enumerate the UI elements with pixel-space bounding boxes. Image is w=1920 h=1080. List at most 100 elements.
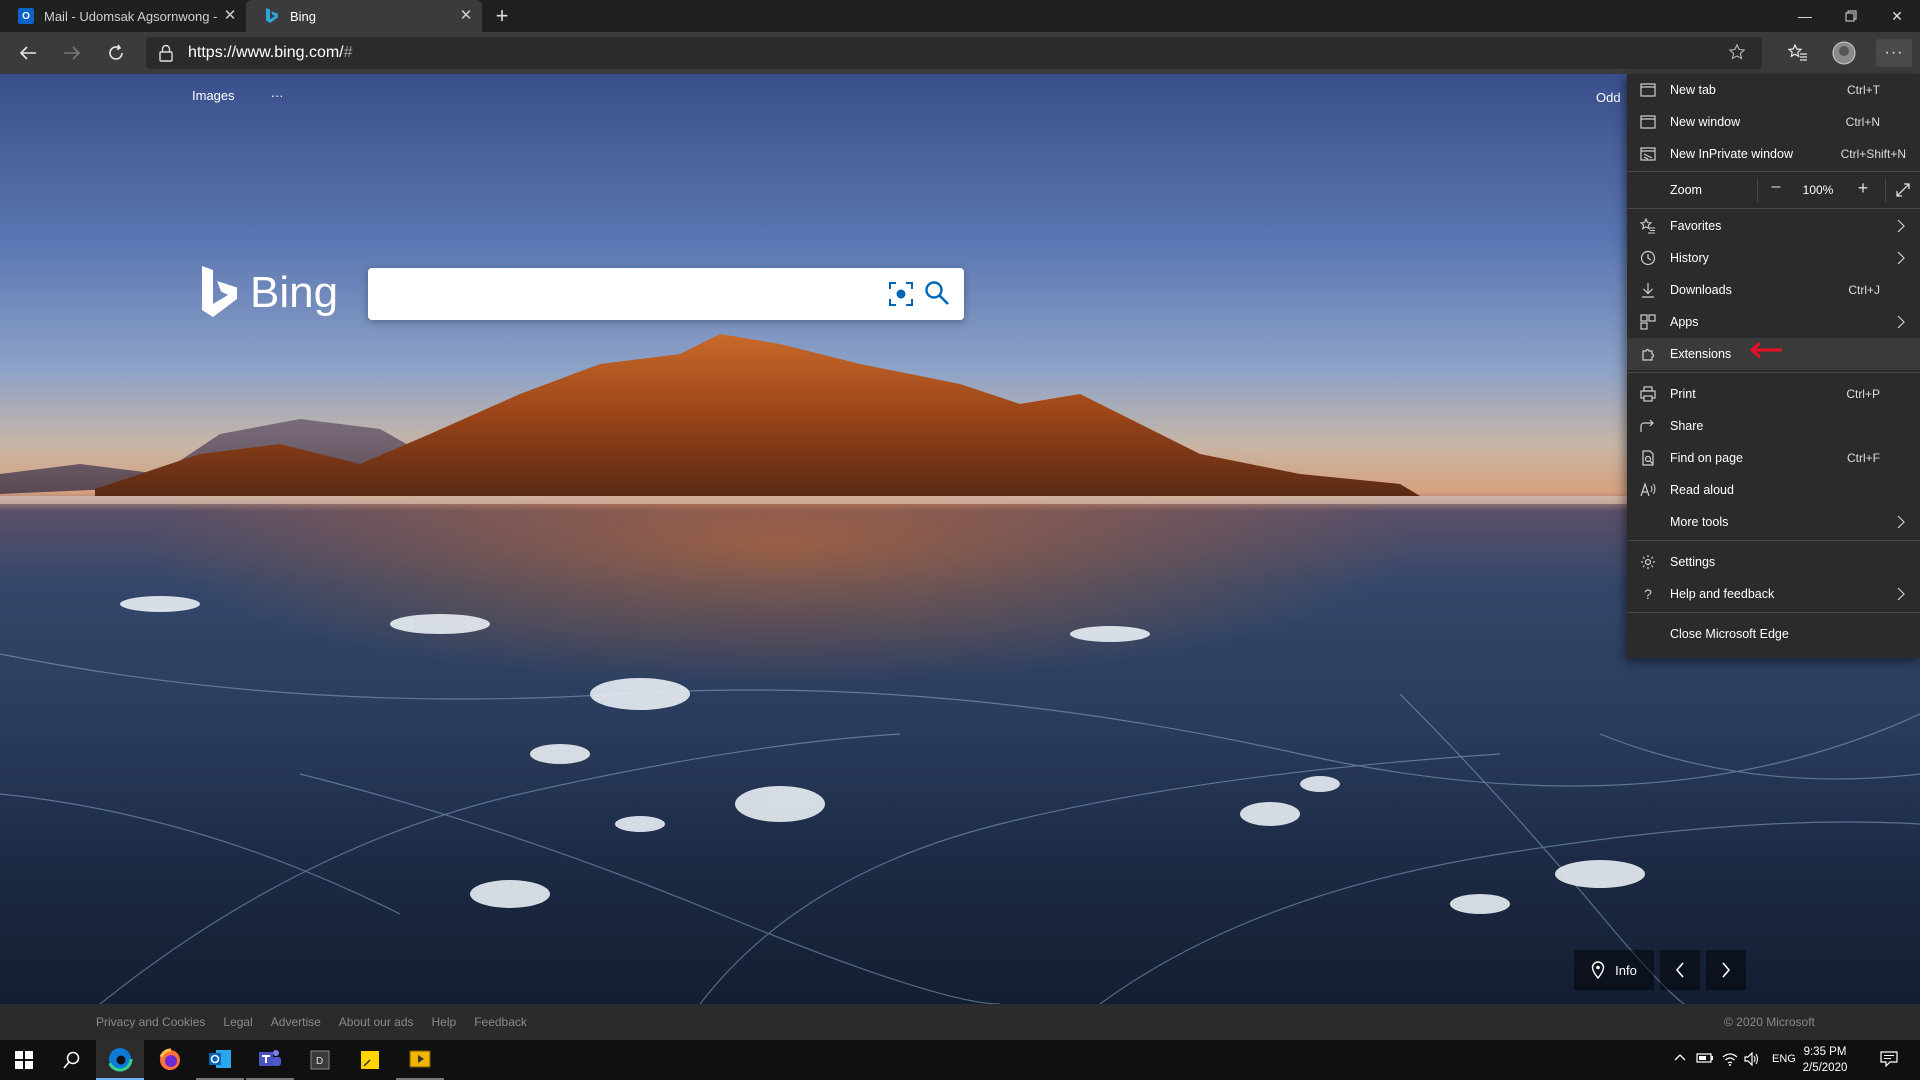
menu-label: Downloads bbox=[1670, 283, 1732, 297]
edge-icon[interactable] bbox=[96, 1040, 144, 1080]
menu-item-new-tab[interactable]: New tab Ctrl+T bbox=[1627, 74, 1920, 106]
action-center-notification-icon[interactable] bbox=[1880, 1051, 1898, 1070]
menu-item-more-tools[interactable]: More tools bbox=[1627, 506, 1920, 538]
page-footer: Privacy and Cookies Legal Advertise Abou… bbox=[0, 1004, 1920, 1040]
visual-search-icon[interactable] bbox=[888, 281, 914, 312]
location-pin-icon bbox=[1591, 961, 1605, 979]
new-tab-button[interactable]: + bbox=[490, 4, 514, 28]
footer-link[interactable]: Feedback bbox=[474, 1015, 527, 1029]
menu-label: More tools bbox=[1670, 515, 1729, 529]
add-favorite-star-icon[interactable] bbox=[1728, 43, 1748, 63]
inprivate-icon bbox=[1640, 146, 1656, 162]
menu-item-new-inprivate[interactable]: New InPrivate window Ctrl+Shift+N bbox=[1627, 138, 1920, 170]
teams-icon[interactable] bbox=[246, 1040, 294, 1080]
minimize-button[interactable]: — bbox=[1782, 0, 1828, 32]
close-tab-icon[interactable]: ✕ bbox=[458, 8, 474, 24]
menu-item-downloads[interactable]: Downloads Ctrl+J bbox=[1627, 274, 1920, 306]
settings-and-more-menu: New tab Ctrl+T New window Ctrl+N New InP… bbox=[1627, 74, 1920, 658]
search-icon[interactable] bbox=[924, 280, 950, 311]
chevron-right-icon bbox=[1896, 515, 1906, 529]
nav-more-link[interactable]: ··· bbox=[271, 88, 284, 103]
info-label: Info bbox=[1615, 962, 1637, 978]
profile-avatar[interactable] bbox=[1830, 39, 1858, 67]
download-icon bbox=[1640, 282, 1656, 298]
menu-item-apps[interactable]: Apps bbox=[1627, 306, 1920, 338]
dev-app-icon[interactable]: D bbox=[296, 1040, 344, 1080]
footer-link[interactable]: Privacy and Cookies bbox=[96, 1015, 205, 1029]
fullscreen-button[interactable] bbox=[1885, 178, 1920, 202]
menu-item-history[interactable]: History bbox=[1627, 242, 1920, 274]
bing-icon bbox=[264, 8, 280, 24]
chevron-right-icon bbox=[1896, 219, 1906, 233]
tab-mail[interactable]: O Mail - Udomsak Agsornwong - C ✕ bbox=[0, 0, 246, 32]
close-tab-icon[interactable]: ✕ bbox=[222, 8, 238, 24]
menu-label: Close Microsoft Edge bbox=[1670, 627, 1789, 641]
menu-shortcut: Ctrl+F bbox=[1847, 451, 1880, 465]
clock-time: 9:35 PM bbox=[1803, 1046, 1847, 1058]
favorites-icon bbox=[1639, 217, 1656, 234]
tab-strip: O Mail - Udomsak Agsornwong - C ✕ Bing ✕… bbox=[0, 0, 1920, 32]
menu-item-print[interactable]: Print Ctrl+P bbox=[1627, 378, 1920, 410]
chevron-right-icon bbox=[1896, 251, 1906, 265]
restore-button[interactable] bbox=[1828, 0, 1874, 32]
menu-item-read-aloud[interactable]: Read aloud bbox=[1627, 474, 1920, 506]
history-icon bbox=[1640, 250, 1656, 266]
print-icon bbox=[1640, 386, 1656, 402]
chevron-right-icon bbox=[1896, 587, 1906, 601]
search-icon[interactable] bbox=[48, 1040, 96, 1080]
wifi-icon[interactable] bbox=[1722, 1052, 1738, 1069]
refresh-button[interactable] bbox=[102, 39, 130, 67]
menu-item-settings[interactable]: Settings bbox=[1627, 546, 1920, 578]
footer-link[interactable]: About our ads bbox=[339, 1015, 414, 1029]
menu-item-help-feedback[interactable]: ? Help and feedback bbox=[1627, 578, 1920, 610]
zoom-in-button[interactable]: + bbox=[1845, 178, 1881, 202]
nav-images-link[interactable]: Images bbox=[192, 88, 235, 103]
footer-link[interactable]: Help bbox=[432, 1015, 457, 1029]
menu-label: Favorites bbox=[1670, 219, 1722, 233]
bing-logo[interactable]: Bing bbox=[200, 266, 338, 320]
media-app-icon[interactable] bbox=[396, 1040, 444, 1080]
address-bar[interactable]: https://www.bing.com/# bbox=[146, 37, 1762, 69]
volume-icon[interactable] bbox=[1744, 1051, 1760, 1069]
zoom-value: 100% bbox=[1802, 183, 1834, 197]
forward-button[interactable] bbox=[58, 39, 86, 67]
outlook-icon[interactable] bbox=[196, 1040, 244, 1080]
menu-divider bbox=[1627, 540, 1920, 541]
close-window-button[interactable]: ✕ bbox=[1874, 0, 1920, 32]
find-on-page-icon bbox=[1640, 450, 1656, 466]
previous-image-button[interactable] bbox=[1660, 950, 1700, 990]
sticky-notes-icon[interactable] bbox=[346, 1040, 394, 1080]
next-image-button[interactable] bbox=[1706, 950, 1746, 990]
menu-item-close-edge[interactable]: Close Microsoft Edge bbox=[1627, 618, 1920, 650]
firefox-icon[interactable] bbox=[146, 1040, 194, 1080]
favorites-button[interactable] bbox=[1784, 39, 1812, 67]
zoom-label: Zoom bbox=[1670, 183, 1702, 197]
tab-bing[interactable]: Bing ✕ bbox=[246, 0, 482, 32]
zoom-out-button[interactable]: – bbox=[1757, 178, 1794, 202]
menu-item-favorites[interactable]: Favorites bbox=[1627, 210, 1920, 242]
show-hidden-icons-chevron-icon[interactable] bbox=[1674, 1052, 1686, 1065]
back-button[interactable] bbox=[14, 39, 42, 67]
battery-icon[interactable] bbox=[1696, 1052, 1714, 1067]
menu-item-find-on-page[interactable]: Find on page Ctrl+F bbox=[1627, 442, 1920, 474]
menu-label: Share bbox=[1670, 419, 1704, 433]
apps-icon bbox=[1640, 314, 1656, 330]
extensions-puzzle-icon bbox=[1640, 346, 1656, 362]
search-box[interactable] bbox=[368, 268, 964, 320]
footer-link[interactable]: Legal bbox=[223, 1015, 252, 1029]
bing-wordmark: Bing bbox=[250, 268, 339, 317]
menu-item-share[interactable]: Share bbox=[1627, 410, 1920, 442]
menu-item-new-window[interactable]: New window Ctrl+N bbox=[1627, 106, 1920, 138]
footer-link[interactable]: Advertise bbox=[271, 1015, 321, 1029]
info-button[interactable]: Info bbox=[1574, 950, 1654, 990]
system-clock[interactable]: 9:35 PM 2/5/2020 bbox=[1790, 1044, 1860, 1076]
windows-start-icon[interactable] bbox=[0, 1040, 48, 1080]
new-tab-icon bbox=[1640, 82, 1656, 98]
rewards-link[interactable]: Odd bbox=[1596, 90, 1621, 105]
lock-icon[interactable] bbox=[158, 44, 174, 62]
menu-label: Apps bbox=[1670, 315, 1699, 329]
chevron-right-icon bbox=[1896, 315, 1906, 329]
settings-more-button[interactable]: ··· bbox=[1876, 39, 1912, 67]
read-aloud-icon bbox=[1640, 482, 1656, 498]
menu-item-zoom: Zoom – 100% + bbox=[1627, 172, 1920, 208]
